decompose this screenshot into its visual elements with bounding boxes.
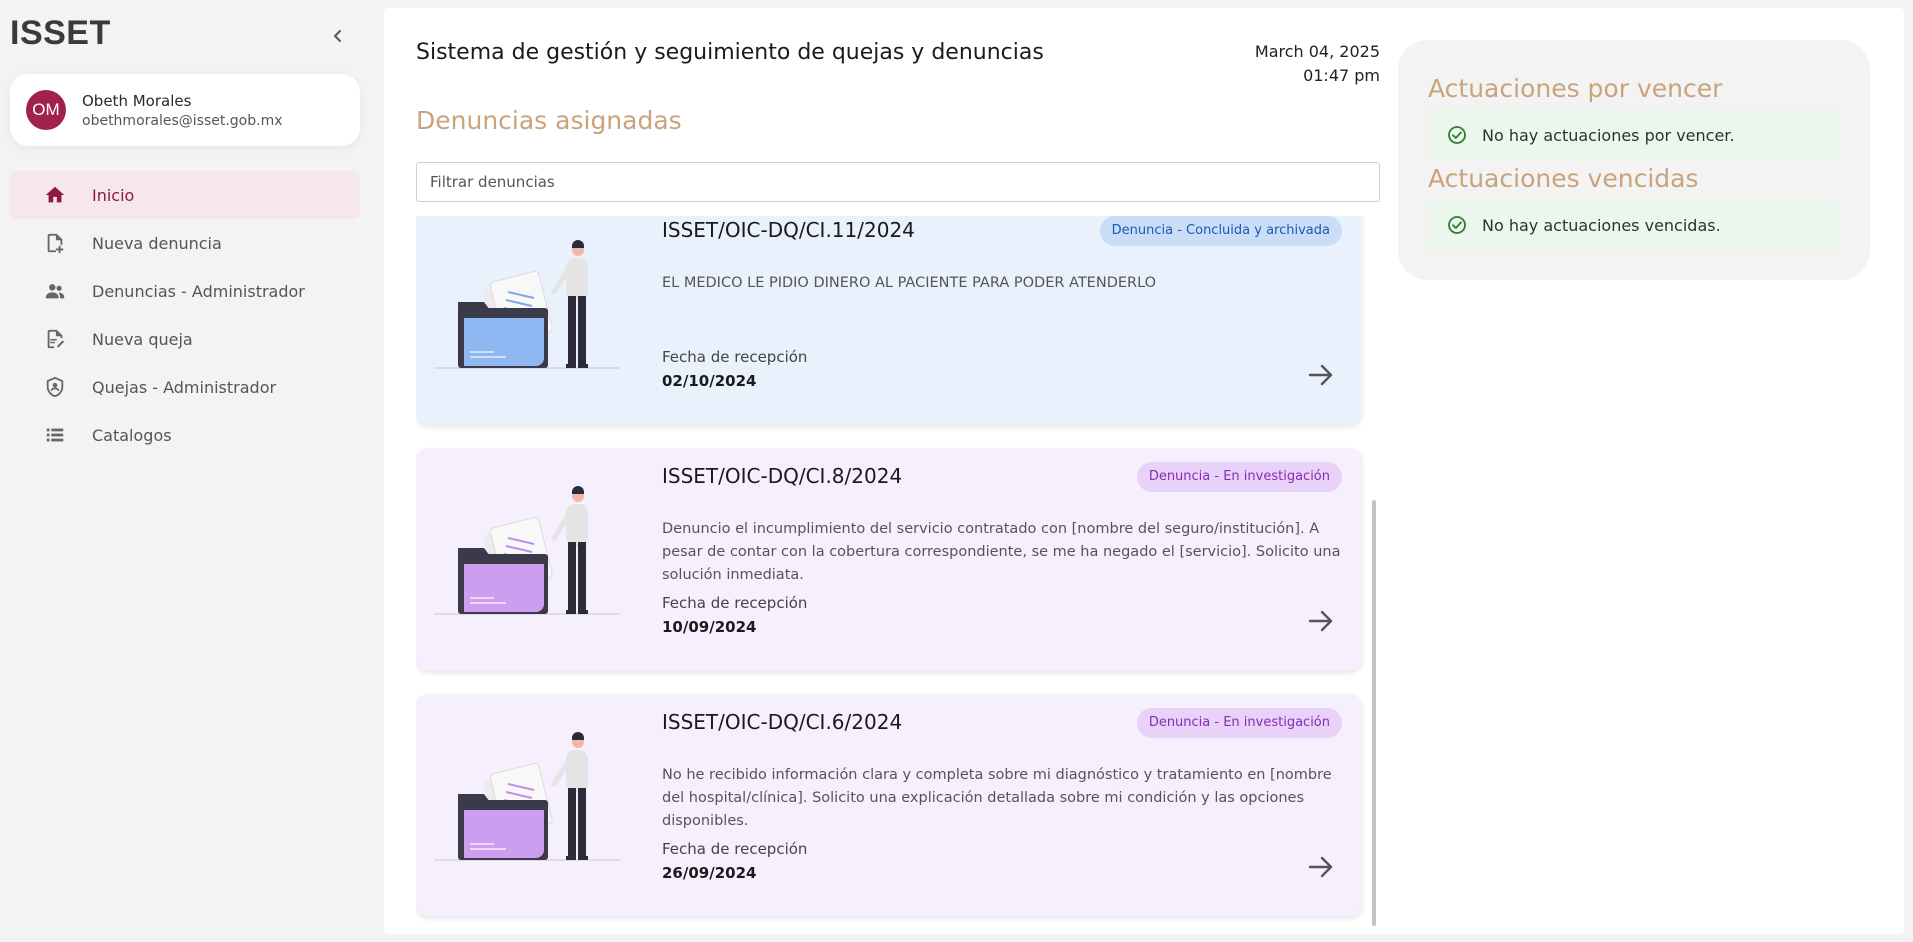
current-time: 01:47 pm [1303,66,1380,85]
sidebar: ISSET OM Obeth Morales obethmorales@isse… [0,0,376,942]
reception-date: 26/09/2024 [662,864,757,882]
users-icon [44,280,66,302]
app-logo: ISSET [10,14,111,52]
collapse-sidebar-button[interactable] [326,24,350,48]
complaint-code: ISSET/OIC-DQ/CI.8/2024 [662,464,903,488]
sidebar-item-catalogos[interactable]: Catalogos [10,411,360,459]
sidebar-item-label: Nueva denuncia [92,233,222,253]
complaint-card[interactable]: ISSET/OIC-DQ/CI.6/2024 Denuncia - En inv… [416,694,1362,916]
user-info: Obeth Morales obethmorales@isset.gob.mx [82,92,283,129]
file-plus-icon [44,232,66,254]
sidebar-item-label: Nueva queja [92,329,193,349]
sidebar-item-nueva-denuncia[interactable]: Nueva denuncia [10,219,360,267]
datetime: March 04, 2025 01:47 pm [1244,40,1380,88]
complaint-card[interactable]: ISSET/OIC-DQ/CI.8/2024 Denuncia - En inv… [416,448,1362,670]
actuaciones-panel: Actuaciones por vencer No hay actuacione… [1398,40,1870,280]
folder-illustration-icon [434,486,620,615]
page-title: Sistema de gestión y seguimiento de quej… [416,40,1044,65]
sidebar-nav: Inicio Nueva denuncia Denuncias - Admini… [10,171,360,459]
complaint-code: ISSET/OIC-DQ/CI.6/2024 [662,710,903,734]
folder-illustration-icon [434,732,620,861]
por-vencer-alert: No hay actuaciones por vencer. [1428,110,1838,160]
user-name: Obeth Morales [82,91,192,110]
reception-date: 10/09/2024 [662,618,757,636]
user-card[interactable]: OM Obeth Morales obethmorales@isset.gob.… [10,74,360,146]
complaint-description: Denuncio el incumplimiento del servicio … [662,521,1341,583]
vencidas-alert: No hay actuaciones vencidas. [1428,200,1838,250]
shield-user-icon [44,376,66,398]
vencidas-message: No hay actuaciones vencidas. [1482,215,1721,235]
folder-illustration-icon [434,240,620,369]
date-label: Fecha de recepción [662,348,808,366]
sidebar-item-label: Quejas - Administrador [92,377,277,397]
date-label: Fecha de recepción [662,594,808,612]
por-vencer-title: Actuaciones por vencer [1428,74,1723,103]
section-title: Denuncias asignadas [416,106,682,135]
check-circle-icon [1446,124,1468,146]
complaint-description: No he recibido información clara y compl… [662,767,1332,829]
filter-input[interactable] [416,162,1380,202]
complaint-code: ISSET/OIC-DQ/CI.11/2024 [662,218,915,242]
chevron-left-icon [334,30,341,42]
file-edit-icon [44,328,66,350]
complaints-list[interactable]: ISSET/OIC-DQ/CI.11/2024 Denuncia - Concl… [416,216,1382,926]
sidebar-item-label: Catalogos [92,425,172,445]
list-icon [44,424,66,446]
list-scrollbar[interactable] [1372,500,1376,926]
status-badge: Denuncia - Concluida y archivada [1099,216,1342,246]
check-circle-icon [1446,214,1468,236]
arrow-right-icon[interactable] [1306,606,1336,636]
user-email: obethmorales@isset.gob.mx [82,112,283,129]
status-badge: Denuncia - En investigación [1136,708,1342,738]
complaint-card[interactable]: ISSET/OIC-DQ/CI.11/2024 Denuncia - Concl… [416,216,1362,424]
sidebar-item-label: Inicio [92,185,135,205]
vencidas-title: Actuaciones vencidas [1428,164,1699,193]
sidebar-item-inicio[interactable]: Inicio [10,171,360,219]
status-badge: Denuncia - En investigación [1136,462,1342,492]
sidebar-item-denuncias-administrador[interactable]: Denuncias - Administrador [10,267,360,315]
arrow-right-icon[interactable] [1306,852,1336,882]
current-date: March 04, 2025 [1254,42,1380,61]
sidebar-item-nueva-queja[interactable]: Nueva queja [10,315,360,363]
avatar: OM [26,90,66,130]
date-label: Fecha de recepción [662,840,808,858]
reception-date: 02/10/2024 [662,372,757,390]
sidebar-item-quejas-administrador[interactable]: Quejas - Administrador [10,363,360,411]
por-vencer-message: No hay actuaciones por vencer. [1482,125,1735,145]
sidebar-item-label: Denuncias - Administrador [92,281,305,301]
arrow-right-icon[interactable] [1306,360,1336,390]
complaint-description: EL MEDICO LE PIDIO DINERO AL PACIENTE PA… [662,275,1157,291]
home-icon [44,184,66,206]
